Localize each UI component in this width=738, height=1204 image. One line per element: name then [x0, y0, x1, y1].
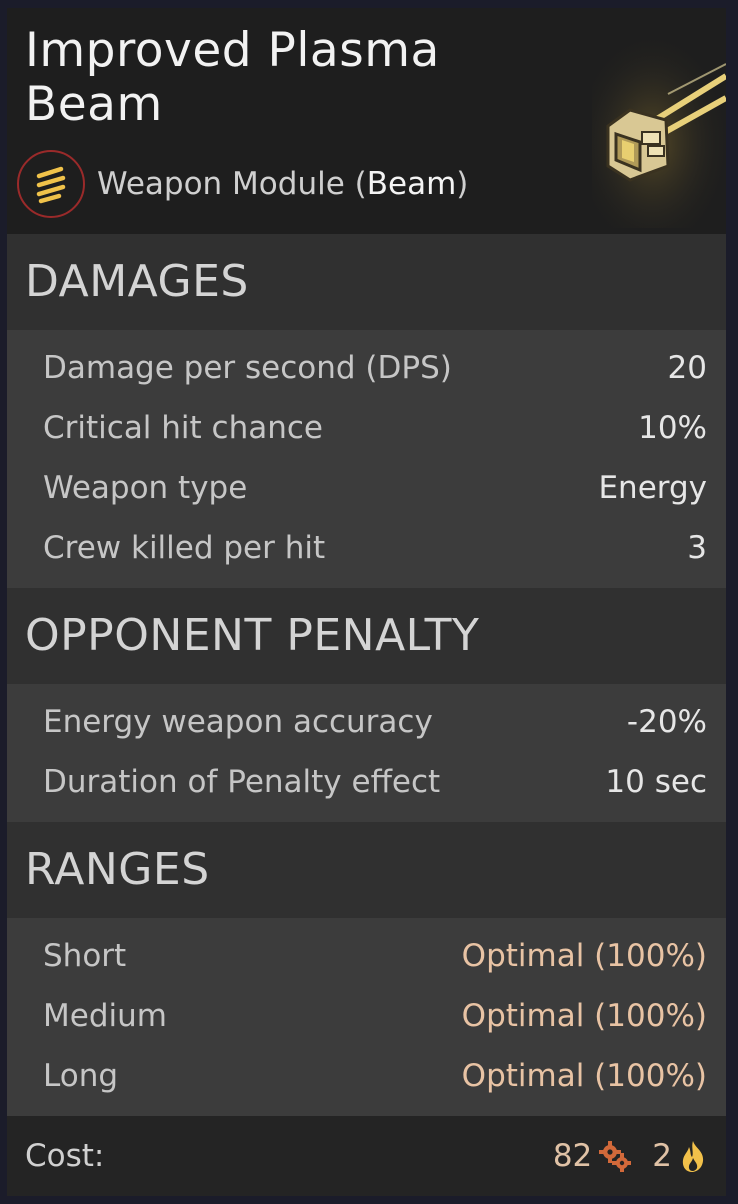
- ranges-stat-list: Short Optimal (100%) Medium Optimal (100…: [7, 918, 726, 1116]
- stat-label: Crew killed per hit: [43, 530, 326, 566]
- stat-label: Critical hit chance: [43, 410, 323, 446]
- stat-row-weapon-type: Weapon type Energy: [7, 458, 726, 518]
- range-value: Optimal (100%): [461, 938, 707, 974]
- penalty-stat-list: Energy weapon accuracy -20% Duration of …: [7, 684, 726, 822]
- range-row-medium: Medium Optimal (100%): [7, 986, 726, 1046]
- cost-label: Cost:: [25, 1138, 105, 1174]
- stat-label: Weapon type: [43, 470, 248, 506]
- stat-label: Duration of Penalty effect: [43, 764, 441, 800]
- stat-value: 3: [687, 530, 707, 566]
- module-title: Improved Plasma Beam: [25, 23, 440, 132]
- stat-value: 10%: [638, 410, 707, 446]
- range-label: Medium: [43, 998, 167, 1034]
- stat-value: 20: [667, 350, 707, 386]
- range-value: Optimal (100%): [461, 998, 707, 1034]
- stat-value: 10 sec: [605, 764, 707, 800]
- damages-section-title: DAMAGES: [7, 234, 726, 330]
- cost-bar: Cost: 82 2: [7, 1116, 726, 1196]
- range-row-short: Short Optimal (100%): [7, 926, 726, 986]
- module-tooltip: Improved Plasma Beam Weapon Module (Beam…: [7, 8, 726, 1196]
- range-label: Short: [43, 938, 127, 974]
- stat-value: Energy: [598, 470, 707, 506]
- module-subtype: Beam: [366, 166, 457, 202]
- stat-row-dps: Damage per second (DPS) 20: [7, 338, 726, 398]
- stat-row-energy-weapon-accuracy: Energy weapon accuracy -20%: [7, 692, 726, 752]
- module-type-row: Weapon Module (Beam): [17, 148, 468, 220]
- stat-label: Damage per second (DPS): [43, 350, 452, 386]
- parts-cost-amount: 82: [552, 1138, 593, 1174]
- stat-row-critical-hit-chance: Critical hit chance 10%: [7, 398, 726, 458]
- stat-value: -20%: [626, 704, 707, 740]
- flame-icon: [682, 1141, 704, 1172]
- stat-row-penalty-duration: Duration of Penalty effect 10 sec: [7, 752, 726, 812]
- cost-values: 82 2: [539, 1138, 708, 1174]
- opponent-penalty-section-title: OPPONENT PENALTY: [7, 588, 726, 684]
- gears-icon: [599, 1141, 632, 1172]
- stat-label: Energy weapon accuracy: [43, 704, 433, 740]
- range-row-long: Long Optimal (100%): [7, 1046, 726, 1106]
- module-type-label: Weapon Module (Beam): [97, 166, 469, 202]
- damages-stat-list: Damage per second (DPS) 20 Critical hit …: [7, 330, 726, 588]
- tooltip-header: Improved Plasma Beam Weapon Module (Beam…: [7, 8, 726, 234]
- stat-row-crew-killed: Crew killed per hit 3: [7, 518, 726, 578]
- range-value: Optimal (100%): [461, 1058, 707, 1094]
- plasma-beam-module-icon: [592, 38, 726, 228]
- range-label: Long: [43, 1058, 119, 1094]
- beam-weapon-icon: [17, 150, 85, 218]
- energy-cost-amount: 2: [652, 1138, 672, 1174]
- ranges-section-title: RANGES: [7, 822, 726, 918]
